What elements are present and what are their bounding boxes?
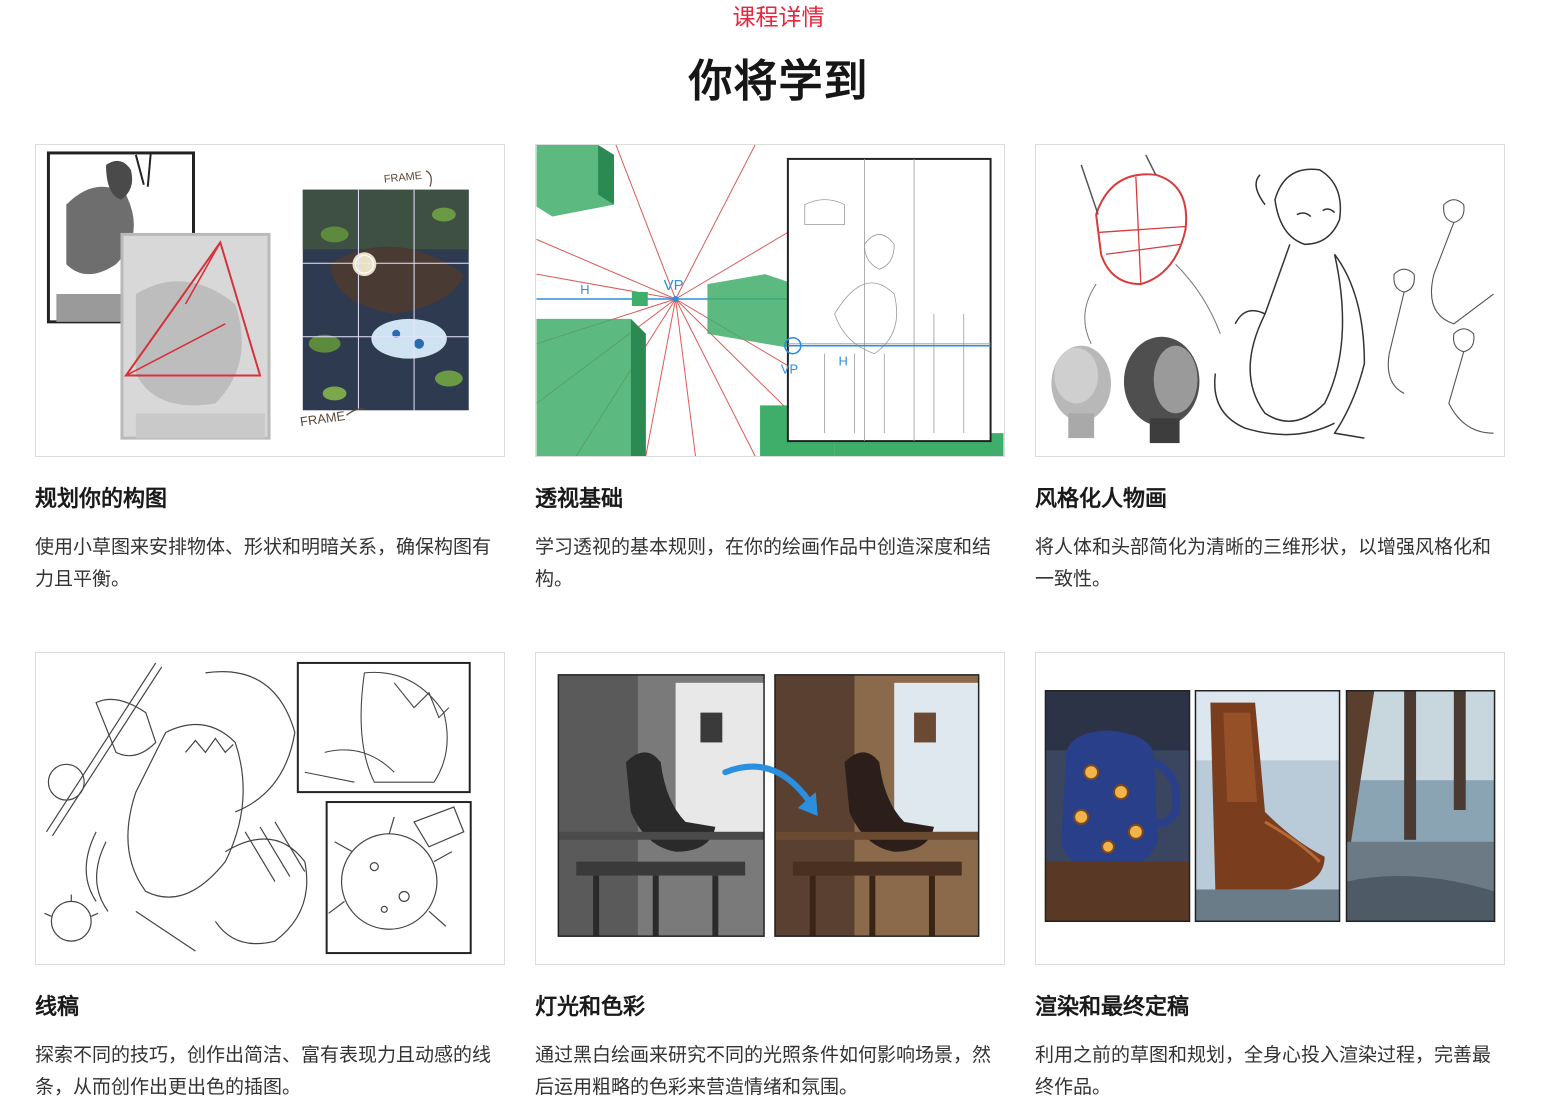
- card-rendering-final: 渲染和最终定稿 利用之前的草图和规划，全身心投入渲染过程，完善最终作品。: [1035, 652, 1505, 1103]
- stylized-figures-illustration: [1035, 144, 1505, 457]
- lighting-color-illustration: [535, 652, 1005, 965]
- composition-illustration: FRAME FRAME: [35, 144, 505, 457]
- section-title: 你将学到: [688, 56, 869, 107]
- card-lineart: 线稿 探索不同的技巧，创作出简洁、富有表现力且动感的线条，从而创作出更出色的插图…: [35, 652, 505, 1103]
- vanishing-point-label-2: VP: [781, 362, 798, 377]
- eyebrow-label: 课程详情: [732, 5, 825, 31]
- card-title: 灯光和色彩: [535, 995, 646, 1020]
- card-description: 探索不同的技巧，创作出简洁、富有表现力且动感的线条，从而创作出更出色的插图。: [35, 1044, 492, 1098]
- card-stylized-figures: 风格化人物画 将人体和头部简化为清晰的三维形状，以增强风格化和一致性。: [1035, 144, 1505, 595]
- card-perspective: H VP VP H 透视基础 学习透视的基本规则，在你的绘画作品中创造深度和结构…: [535, 144, 1005, 595]
- card-description: 将人体和头部简化为清晰的三维形状，以增强风格化和一致性。: [1035, 536, 1492, 590]
- card-description: 利用之前的草图和规划，全身心投入渲染过程，完善最终作品。: [1035, 1044, 1492, 1098]
- horizon-label-left: H: [580, 282, 589, 297]
- horizon-label-right: H: [839, 354, 848, 369]
- card-composition: FRAME FRAME 规划你的构图 使用小草图来安排物体、形状和明暗关系，确保…: [35, 144, 505, 595]
- card-title: 风格化人物画: [1035, 487, 1168, 512]
- card-description: 学习透视的基本规则，在你的绘画作品中创造深度和结构。: [535, 536, 992, 590]
- rendering-final-illustration: [1035, 652, 1505, 965]
- perspective-illustration: H VP VP H: [535, 144, 1005, 457]
- lineart-illustration: [35, 652, 505, 965]
- card-description: 使用小草图来安排物体、形状和明暗关系，确保构图有力且平衡。: [35, 536, 492, 590]
- card-title: 渲染和最终定稿: [1035, 995, 1190, 1020]
- card-title: 规划你的构图: [35, 487, 168, 512]
- card-lighting-color: 灯光和色彩 通过黑白绘画来研究不同的光照条件如何影响场景，然后运用粗略的色彩来营…: [535, 652, 1005, 1103]
- card-title: 线稿: [35, 995, 80, 1020]
- card-description: 通过黑白绘画来研究不同的光照条件如何影响场景，然后运用粗略的色彩来营造情绪和氛围…: [535, 1044, 992, 1098]
- card-title: 透视基础: [535, 487, 624, 512]
- vanishing-point-label: VP: [664, 278, 684, 294]
